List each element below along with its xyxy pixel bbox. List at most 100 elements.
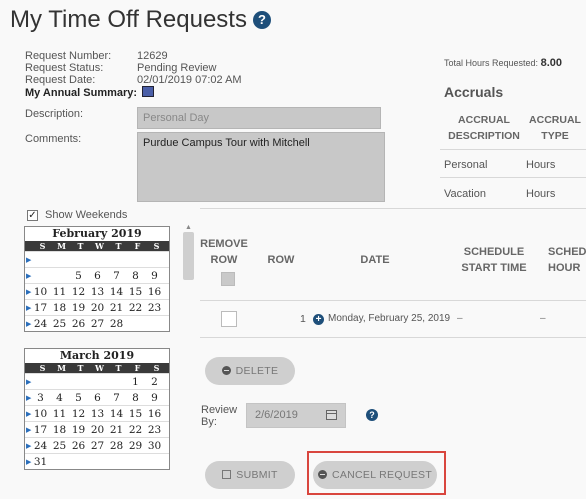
calendar-day[interactable]: 9 [145,390,164,405]
accrual-type: Hours [526,159,556,171]
add-detail-button[interactable]: + [313,312,324,325]
calendar-day[interactable]: 28 [107,438,126,453]
accruals-header-type: ACCRUAL TYPE [524,112,586,144]
calendar-day[interactable]: 6 [88,390,107,405]
calendar-week: ▶ 17 18 19 20 21 22 23 [25,299,169,315]
calendar-day [126,316,145,331]
calendar-day[interactable]: 7 [107,268,126,283]
review-by-date-input[interactable]: 2/6/2019 [246,403,346,428]
calendar-day[interactable]: 22 [126,300,145,315]
submit-button[interactable]: SUBMIT [205,461,295,489]
accrual-description: Personal [444,159,488,171]
calendar-day[interactable]: 22 [126,422,145,437]
calendar-day[interactable]: 8 [126,390,145,405]
calendar-day[interactable]: 29 [126,438,145,453]
request-number: 12629 [137,50,168,62]
calendar-day[interactable]: 27 [88,316,107,331]
calendar-day[interactable]: 25 [50,438,69,453]
accruals-title: Accruals [444,84,504,100]
description-input[interactable]: Personal Day [137,107,381,129]
remove-row-checkbox[interactable] [221,311,237,327]
calendar-day[interactable]: 2 [145,374,164,389]
calendar-day [69,252,88,267]
help-icon[interactable]: ? [366,409,378,421]
calendar-day[interactable]: 14 [107,406,126,421]
calendar-day[interactable]: 9 [145,268,164,283]
calendar-day[interactable]: 23 [145,422,164,437]
header-line: ROW [210,254,238,266]
header-line: HOUR [548,262,581,274]
calendar-day[interactable]: 31 [31,454,50,469]
calendar-day[interactable]: 26 [69,316,88,331]
weekday-label: M [57,241,66,251]
calendar-day [50,374,69,389]
calendar-day[interactable]: 5 [69,390,88,405]
calendar-day[interactable]: 27 [88,438,107,453]
accruals-header-description: ACCRUAL DESCRIPTION [444,112,524,144]
calendar-day[interactable]: 20 [88,300,107,315]
calendar-day[interactable]: 19 [69,300,88,315]
calendar-day[interactable]: 16 [145,406,164,421]
calendar-day[interactable]: 12 [69,284,88,299]
calendar-day[interactable]: 1 [126,374,145,389]
accrual-type: Hours [526,188,556,200]
calendar-day [145,454,164,469]
calendar-day[interactable]: 7 [107,390,126,405]
calendar-day[interactable]: 15 [126,406,145,421]
calendar-day[interactable]: 30 [145,438,164,453]
calendar-day[interactable]: 18 [50,422,69,437]
calendar-day[interactable]: 26 [69,438,88,453]
calendar-day[interactable]: 28 [107,316,126,331]
calendar-day[interactable]: 10 [31,284,50,299]
calendar-icon[interactable] [326,410,337,420]
calendar-day [69,374,88,389]
calendar-day[interactable]: 24 [31,316,50,331]
table-row-hours: – [540,313,546,324]
remove-all-checkbox[interactable] [221,272,235,286]
calendar-day[interactable]: 24 [31,438,50,453]
calendar-day[interactable]: 17 [31,422,50,437]
calendar-day[interactable]: 3 [31,390,50,405]
calendar-day[interactable]: 11 [50,284,69,299]
calendar-day[interactable]: 5 [69,268,88,283]
calendar-day[interactable]: 11 [50,406,69,421]
calendar-day[interactable]: 21 [107,300,126,315]
calendar-day[interactable]: 13 [88,406,107,421]
calendar-day[interactable]: 21 [107,422,126,437]
review-by-line: Review [201,404,238,416]
calendar-day[interactable]: 16 [145,284,164,299]
calendar-week: ▶ 31 [25,453,169,469]
help-icon[interactable]: ? [252,11,271,29]
calendar-day[interactable]: 14 [107,284,126,299]
calendar-day[interactable]: 6 [88,268,107,283]
delete-button[interactable]: DELETE [205,357,295,385]
calendar-day[interactable]: 15 [126,284,145,299]
calendar-day [107,252,126,267]
weekday-label: T [77,363,84,373]
month-calendar: February 2019 S M T W T F S ▶ ▶ 5 6 7 8 9 ▶ 10 11 12 13 14 15… [24,226,170,332]
calendar-weekday-header: SMTWTFS [25,241,169,251]
divider [200,300,586,301]
review-by-date-value: 2/6/2019 [255,409,298,421]
calendar-week: ▶ 10 11 12 13 14 15 16 [25,283,169,299]
calendar-day [31,252,50,267]
calendar-day[interactable]: 13 [88,284,107,299]
calendar-day[interactable]: 23 [145,300,164,315]
calendar-day[interactable]: 10 [31,406,50,421]
calendar-icon[interactable] [142,86,155,97]
vertical-scrollbar[interactable] [183,232,194,280]
comments-textarea[interactable]: Purdue Campus Tour with Mitchell [137,132,385,202]
calendar-day[interactable]: 19 [69,422,88,437]
table-row-date: Monday, February 25, 2019 [328,313,451,324]
show-weekends-checkbox[interactable]: ✓ [27,210,38,221]
calendar-day [50,252,69,267]
calendar-day[interactable]: 12 [69,406,88,421]
calendar-day[interactable]: 25 [50,316,69,331]
scroll-up-icon[interactable]: ▲ [185,224,192,231]
calendar-day[interactable]: 17 [31,300,50,315]
calendar-day[interactable]: 8 [126,268,145,283]
calendar-day[interactable]: 20 [88,422,107,437]
calendar-day[interactable]: 4 [50,390,69,405]
accruals-header-line: ACCRUAL [529,114,581,126]
calendar-day[interactable]: 18 [50,300,69,315]
